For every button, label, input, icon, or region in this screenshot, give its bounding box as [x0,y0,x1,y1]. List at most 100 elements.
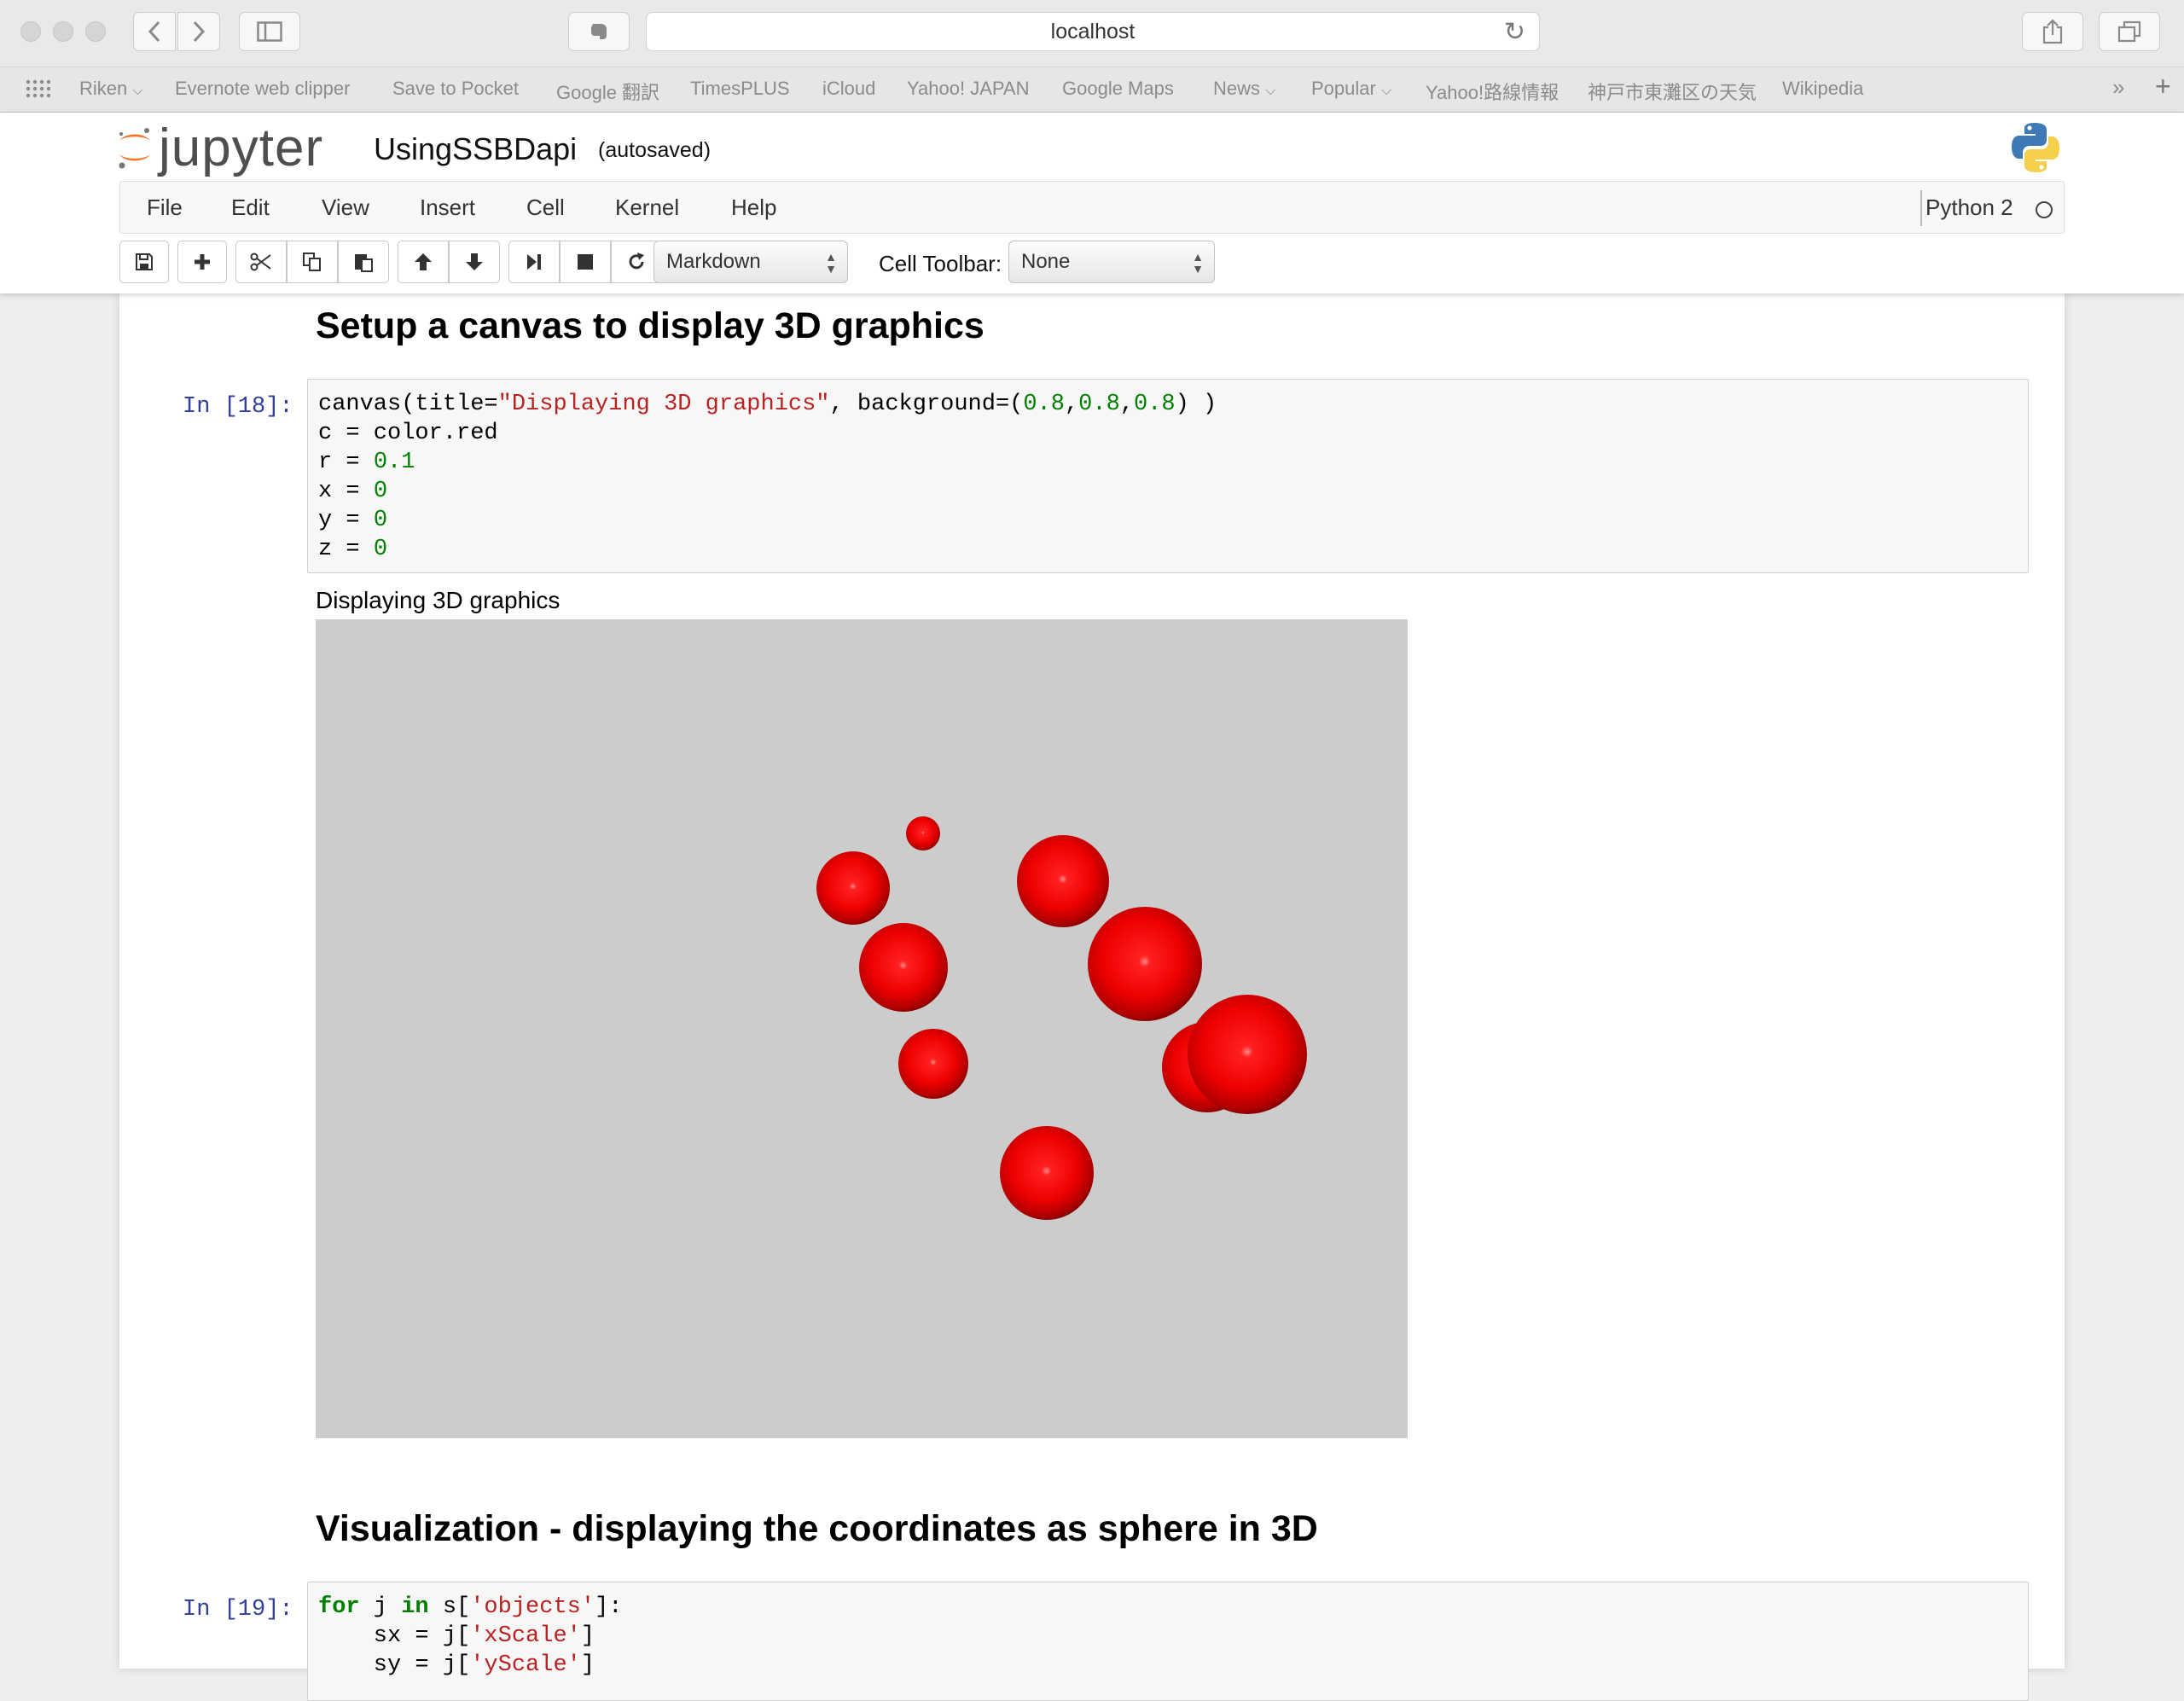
bookmark-google-translate[interactable]: Google 翻訳 [556,78,659,105]
menu-insert[interactable]: Insert [420,194,475,221]
bookmark-weather[interactable]: 神戸市東灘区の天気 [1588,78,1757,105]
close-window-button[interactable] [20,21,41,42]
menu-help[interactable]: Help [731,194,776,221]
bookmark-yahoo-japan[interactable]: Yahoo! JAPAN [907,78,1029,100]
cell-prompt-18: In [18]: [183,394,293,420]
menu-bar: File Edit View Insert Cell Kernel Help P… [119,181,2065,234]
sphere [906,816,940,850]
menu-edit[interactable]: Edit [231,194,270,221]
autosave-status: (autosaved) [598,138,712,162]
share-icon [2042,19,2063,44]
save-icon [136,253,153,270]
reload-icon[interactable]: ↻ [1504,17,1525,47]
tabs-overview-button[interactable] [2099,12,2160,51]
notebook-container: Setup a canvas to display 3D graphics In… [119,293,2065,1701]
evernote-elephant-icon [591,24,607,39]
chevron-down-icon: ⌵ [132,84,143,98]
3d-canvas[interactable] [316,619,1408,1438]
paste-icon [355,254,373,272]
markdown-heading-setup[interactable]: Setup a canvas to display 3D graphics [316,305,985,347]
kernel-name: Python 2 [1926,194,2013,220]
code-cell-19-source[interactable]: for j in s['objects']: sx = j['xScale'] … [318,1593,2028,1680]
jupyter-header: jupyter UsingSSBDapi (autosaved) File Ed… [0,113,2184,293]
bookmark-pocket[interactable]: Save to Pocket [392,78,519,100]
more-bookmarks-icon[interactable]: » [2112,74,2124,101]
move-up-button[interactable] [398,241,449,283]
notebook-toolbar: Markdown ▲ ▼ Cell Toolbar: None ▲ ▼ [119,241,2065,285]
sphere [898,1029,968,1099]
chevron-right-icon [193,20,206,43]
arrow-up-icon [415,253,432,270]
plus-icon [195,254,210,270]
evernote-extension-button[interactable] [568,12,630,51]
code-cell-19[interactable]: for j in s['objects']: sx = j['xScale'] … [307,1582,2029,1701]
jupyter-logo-text: jupyter [159,118,324,177]
sphere [816,851,890,925]
bookmark-yahoo-transit[interactable]: Yahoo!路線情報 [1426,78,1559,105]
bookmark-label: News [1213,78,1261,99]
sphere [1000,1126,1094,1220]
sphere [859,923,948,1012]
zoom-window-button[interactable] [85,21,106,42]
run-cell-button[interactable] [508,241,560,283]
address-bar[interactable]: localhost ↻ [646,12,1540,51]
menu-cell[interactable]: Cell [526,194,565,221]
interrupt-kernel-button[interactable] [560,241,611,283]
bookmark-news[interactable]: News ⌵ [1213,78,1275,100]
share-button[interactable] [2022,12,2083,51]
cell-type-value: Markdown [666,250,761,273]
insert-cell-button[interactable] [177,241,227,283]
grid-icon[interactable] [26,79,51,98]
tabs-icon [2117,20,2141,43]
cut-button[interactable] [235,241,287,283]
code-cell-18-source[interactable]: canvas(title="Displaying 3D graphics", b… [318,390,2028,564]
python-logo-icon [2012,123,2059,172]
bookmark-icloud[interactable]: iCloud [822,78,875,100]
kernel-separator [1920,190,1922,226]
sidebar-icon [257,21,282,42]
select-arrows-icon: ▲ ▼ [1192,250,1204,276]
code-cell-18[interactable]: canvas(title="Displaying 3D graphics", b… [307,379,2029,573]
jupyter-logo-icon [119,128,150,169]
bookmark-timesplus[interactable]: TimesPLUS [690,78,790,100]
save-button[interactable] [119,241,169,283]
cell-toolbar-label: Cell Toolbar: [879,251,1002,276]
cell-type-select[interactable]: Markdown ▲ ▼ [653,241,848,283]
jupyter-logo[interactable]: jupyter [116,118,323,177]
menu-kernel[interactable]: Kernel [615,194,679,221]
url-text: localhost [1050,19,1136,44]
chevron-left-icon [148,20,160,43]
new-tab-icon[interactable]: + [2155,71,2171,102]
sidebar-toggle-button[interactable] [239,12,300,51]
notebook-name[interactable]: UsingSSBDapi [374,131,577,167]
bookmark-google-maps[interactable]: Google Maps [1062,78,1174,100]
arrow-down-icon [466,253,483,270]
chevron-down-icon: ⌵ [1265,84,1276,98]
minimize-window-button[interactable] [53,21,73,42]
cell-toolbar-value: None [1021,250,1071,273]
markdown-heading-visualization[interactable]: Visualization - displaying the coordinat… [316,1508,1318,1550]
bookmark-label: Riken [79,78,128,99]
copy-button[interactable] [287,241,338,283]
stop-icon [578,254,593,270]
bookmark-riken[interactable]: Riken ⌵ [79,78,143,100]
cell-toolbar-select[interactable]: None ▲ ▼ [1008,241,1215,283]
bookmark-evernote[interactable]: Evernote web clipper [175,78,350,100]
bookmark-wikipedia[interactable]: Wikipedia [1782,78,1863,100]
restart-icon [629,253,644,270]
select-arrows-icon: ▲ ▼ [825,250,837,276]
forward-button[interactable] [177,12,220,51]
move-down-button[interactable] [449,241,500,283]
bookmarks-bar: Riken ⌵ Evernote web clipper Save to Poc… [0,67,2184,113]
paste-button[interactable] [338,241,389,283]
menu-file[interactable]: File [147,194,183,221]
kernel-idle-indicator-icon [2036,201,2053,218]
chevron-down-icon: ⌵ [1380,84,1392,98]
menu-view[interactable]: View [322,194,369,221]
sphere [1188,995,1307,1114]
step-forward-icon [527,254,541,270]
bookmark-label: Popular [1311,78,1376,99]
bookmark-popular[interactable]: Popular ⌵ [1311,78,1391,100]
copy-icon [303,253,321,271]
back-button[interactable] [133,12,176,51]
